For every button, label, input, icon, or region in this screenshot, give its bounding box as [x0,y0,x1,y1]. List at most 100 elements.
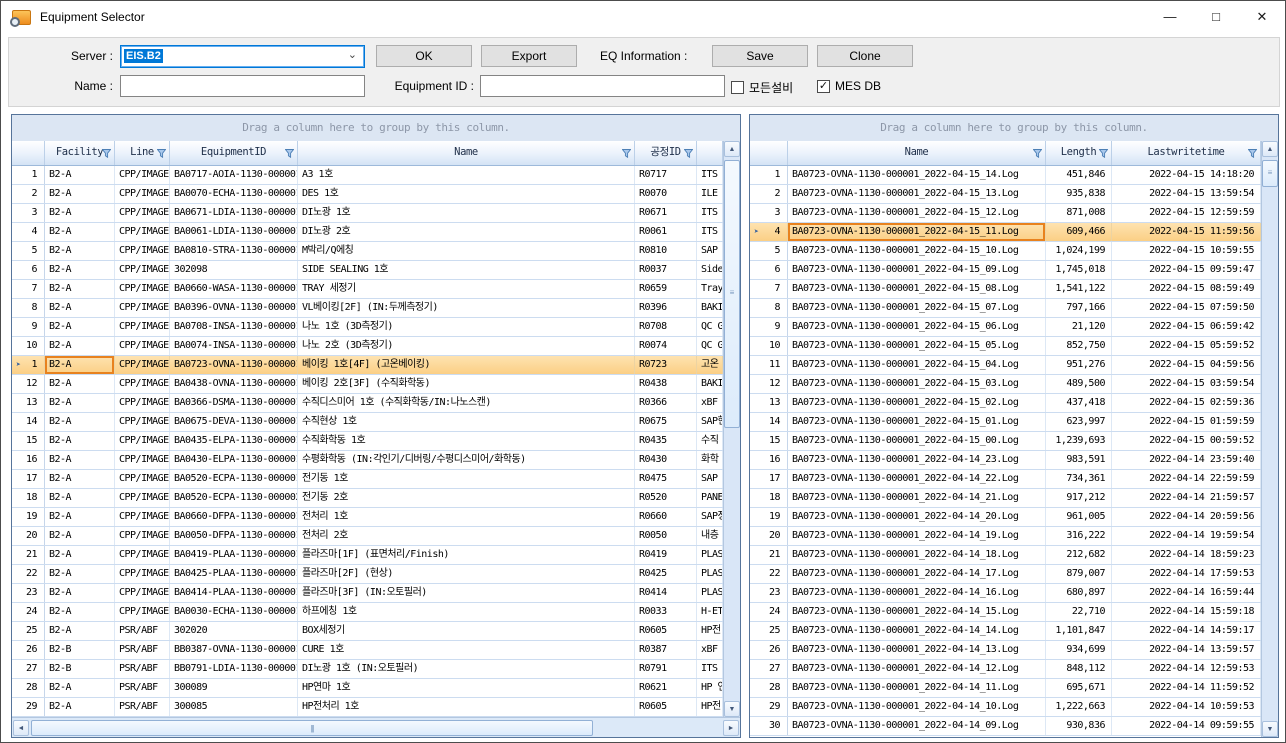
cell[interactable]: 하프에칭 1호 [298,603,635,621]
cell[interactable]: 437,418 [1046,394,1112,412]
cell[interactable]: 베이킹 2호[3F] (수직화학동) [298,375,635,393]
cell[interactable]: 2022-04-14 18:59:23 [1112,546,1261,564]
cell[interactable]: 1,541,122 [1046,280,1112,298]
cell[interactable]: CPP/IMAGE [115,280,170,298]
cell[interactable]: R0033 [635,603,697,621]
export-button[interactable]: Export [481,45,577,67]
row-number[interactable]: 29 [12,698,45,716]
cell[interactable]: CPP/IMAGE [115,413,170,431]
cell[interactable]: SAP [697,470,723,488]
row-number[interactable]: 17 [750,470,788,488]
cell[interactable]: R0810 [635,242,697,260]
cell[interactable]: BA0723-OVNA-1130-000001_2022-04-15_08.Lo… [788,280,1046,298]
cell[interactable]: 489,500 [1046,375,1112,393]
row-number[interactable]: 14 [12,413,45,431]
cell[interactable]: BA0723-OVNA-1130-000001 [170,356,298,374]
row-number[interactable]: ➤4 [750,223,788,241]
table-row[interactable]: 15B2-ACPP/IMAGEBA0435-ELPA-1130-000001수직… [12,432,723,451]
column-header-length[interactable]: Length [1046,141,1112,165]
cell[interactable]: 300089 [170,679,298,697]
table-row[interactable]: 13B2-ACPP/IMAGEBA0366-DSMA-1130-000001수직… [12,394,723,413]
cell[interactable]: B2-A [45,527,115,545]
row-number[interactable]: 8 [750,299,788,317]
row-number[interactable]: 25 [12,622,45,640]
table-row[interactable]: 5B2-ACPP/IMAGEBA0810-STRA-1130-000001M박리… [12,242,723,261]
cell[interactable]: 930,836 [1046,717,1112,735]
cell[interactable]: B2-A [45,318,115,336]
scroll-left-icon[interactable]: ◄ [13,720,29,736]
cell[interactable]: 수평화학동 (IN:각인기/디버링/수평디스미어/화학동) [298,451,635,469]
cell[interactable]: R0660 [635,508,697,526]
save-button[interactable]: Save [712,45,808,67]
cell[interactable]: R0605 [635,698,697,716]
cell[interactable]: 전기동 1호 [298,470,635,488]
row-number[interactable]: 5 [12,242,45,260]
cell[interactable]: BA0070-ECHA-1130-000001 [170,185,298,203]
row-number[interactable]: 17 [12,470,45,488]
cell[interactable]: 고온 [697,356,723,374]
cell[interactable]: xBF [697,394,723,412]
cell[interactable]: CPP/IMAGE [115,318,170,336]
filter-icon[interactable] [1033,149,1042,158]
cell[interactable]: 316,222 [1046,527,1112,545]
table-row[interactable]: 8BA0723-OVNA-1130-000001_2022-04-15_07.L… [750,299,1261,318]
cell[interactable]: BA0660-WASA-1130-000001 [170,280,298,298]
table-row[interactable]: 13BA0723-OVNA-1130-000001_2022-04-15_02.… [750,394,1261,413]
cell[interactable]: BA0708-INSA-1130-000001 [170,318,298,336]
cell[interactable]: 1,239,693 [1046,432,1112,450]
cell[interactable]: HP전처리 1호 [298,698,635,716]
table-row[interactable]: 28B2-APSR/ABF300089HP연마 1호R0621HP 연 [12,679,723,698]
cell[interactable]: 2022-04-15 07:59:50 [1112,299,1261,317]
equipment-id-input[interactable] [480,75,725,97]
filter-icon[interactable] [157,149,166,158]
cell[interactable]: ITS [697,204,723,222]
cell[interactable]: CPP/IMAGE [115,584,170,602]
cell[interactable]: QC G [697,318,723,336]
cell[interactable]: BA0675-DEVA-1130-000001 [170,413,298,431]
scroll-up-icon[interactable]: ▲ [724,141,740,157]
vertical-scroll-thumb[interactable]: ≡ [1262,160,1278,187]
cell[interactable]: 934,699 [1046,641,1112,659]
cell[interactable]: BA0723-OVNA-1130-000001_2022-04-15_14.Lo… [788,166,1046,184]
table-row[interactable]: 20BA0723-OVNA-1130-000001_2022-04-14_19.… [750,527,1261,546]
cell[interactable]: BA0723-OVNA-1130-000001_2022-04-14_12.Lo… [788,660,1046,678]
row-number[interactable]: ➤1 [12,356,45,374]
row-number[interactable]: 7 [750,280,788,298]
cell[interactable]: SAP정 [697,508,723,526]
row-number[interactable]: 14 [750,413,788,431]
cell[interactable]: PSR/ABF [115,660,170,678]
cell[interactable]: 2022-04-14 22:59:59 [1112,470,1261,488]
cell[interactable]: 2022-04-14 20:59:56 [1112,508,1261,526]
cell[interactable]: BA0723-OVNA-1130-000001_2022-04-14_21.Lo… [788,489,1046,507]
cell[interactable]: PSR/ABF [115,622,170,640]
row-number[interactable]: 1 [750,166,788,184]
table-row[interactable]: ➤1B2-ACPP/IMAGEBA0723-OVNA-1130-000001베이… [12,356,723,375]
row-number[interactable]: 11 [750,356,788,374]
cell[interactable]: 609,466 [1046,223,1112,241]
filter-icon[interactable] [684,149,693,158]
cell[interactable]: 1,745,018 [1046,261,1112,279]
table-row[interactable]: 9BA0723-OVNA-1130-000001_2022-04-15_06.L… [750,318,1261,337]
cell[interactable]: CPP/IMAGE [115,432,170,450]
table-row[interactable]: 20B2-ACPP/IMAGEBA0050-DFPA-1130-000001전처… [12,527,723,546]
cell[interactable]: CPP/IMAGE [115,242,170,260]
table-row[interactable]: 4B2-ACPP/IMAGEBA0061-LDIA-1130-000001DI노… [12,223,723,242]
cell[interactable]: 917,212 [1046,489,1112,507]
cell[interactable]: BA0723-OVNA-1130-000001_2022-04-15_00.Lo… [788,432,1046,450]
cell[interactable]: R0659 [635,280,697,298]
cell[interactable]: 화학 [697,451,723,469]
cell[interactable]: 961,005 [1046,508,1112,526]
cell[interactable]: BA0425-PLAA-1130-000001 [170,565,298,583]
table-row[interactable]: 6BA0723-OVNA-1130-000001_2022-04-15_09.L… [750,261,1261,280]
server-select[interactable]: EIS.B2 ⌄ [120,45,365,68]
cell[interactable]: BA0520-ECPA-1130-000002 [170,489,298,507]
cell[interactable]: 전처리 1호 [298,508,635,526]
row-number[interactable]: 12 [12,375,45,393]
row-number[interactable]: 16 [750,451,788,469]
cell[interactable]: 수직 [697,432,723,450]
cell[interactable]: 734,361 [1046,470,1112,488]
cell[interactable]: 2022-04-15 08:59:49 [1112,280,1261,298]
cell[interactable]: BA0671-LDIA-1130-000001 [170,204,298,222]
row-number[interactable]: 27 [750,660,788,678]
cell[interactable]: 2022-04-15 05:59:52 [1112,337,1261,355]
